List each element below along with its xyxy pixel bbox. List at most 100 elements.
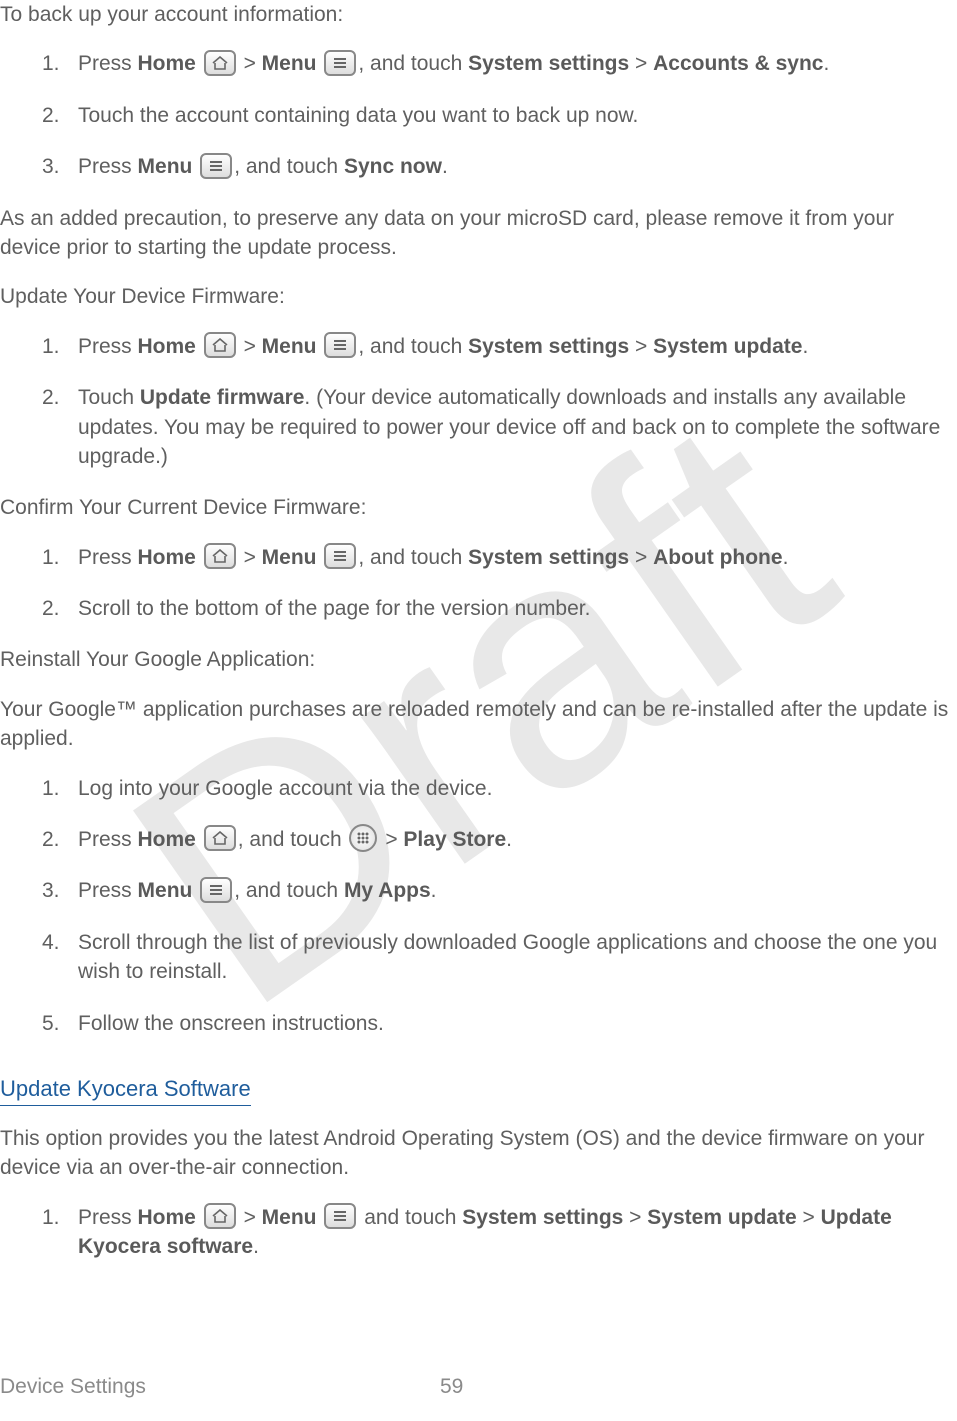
- menu-label: Menu: [262, 52, 317, 75]
- home-label: Home: [138, 546, 196, 569]
- text: >: [629, 52, 653, 75]
- menu-label: Menu: [138, 155, 193, 178]
- text: >: [244, 335, 262, 358]
- text: >: [797, 1206, 821, 1229]
- reinstall-steps-list: 1. Log into your Google account via the …: [0, 774, 957, 1038]
- menu-label: Menu: [138, 879, 193, 902]
- menu-icon: [200, 877, 232, 903]
- list-item: 2. Press Home , and touch > Play Store.: [0, 825, 957, 854]
- syssettings-label: System settings: [468, 52, 629, 75]
- backup-intro: To back up your account information:: [0, 0, 957, 29]
- menu-label: Menu: [262, 335, 317, 358]
- text: >: [244, 546, 262, 569]
- home-label: Home: [138, 828, 196, 851]
- text: , and touch: [358, 52, 468, 75]
- menu-icon: [324, 1203, 356, 1229]
- kyocera-steps-list: 1. Press Home > Menu and touch System se…: [0, 1203, 957, 1262]
- step-body: Press Menu , and touch Sync now.: [74, 152, 957, 181]
- page-footer: Device Settings 59: [0, 1372, 957, 1401]
- list-item: 1. Press Home > Menu and touch System se…: [0, 1203, 957, 1262]
- precaution-para: As an added precaution, to preserve any …: [0, 204, 957, 263]
- footer-section: Device Settings: [0, 1372, 440, 1401]
- sysupdate-label: System update: [647, 1206, 796, 1229]
- step-body: Press Home > Menu , and touch System set…: [74, 49, 957, 78]
- list-item: 4. Scroll through the list of previously…: [0, 928, 957, 987]
- text: >: [244, 1206, 262, 1229]
- myapps-label: My Apps: [344, 879, 431, 902]
- list-item: 3. Press Menu , and touch Sync now.: [0, 152, 957, 181]
- text: Press: [78, 335, 138, 358]
- syncnow-label: Sync now: [344, 155, 442, 178]
- kyocera-heading-link[interactable]: Update Kyocera Software: [0, 1074, 251, 1106]
- step-number: 3.: [42, 876, 74, 905]
- step-number: 3.: [42, 152, 74, 181]
- text: , and touch: [234, 155, 344, 178]
- home-label: Home: [138, 1206, 196, 1229]
- step-body: Press Home > Menu , and touch System set…: [74, 543, 957, 572]
- list-item: 1. Press Home > Menu , and touch System …: [0, 332, 957, 361]
- step-body: Press Home , and touch > Play Store.: [74, 825, 957, 854]
- step-number: 5.: [42, 1009, 74, 1038]
- home-icon: [204, 543, 236, 569]
- text: >: [385, 828, 403, 851]
- step-body: Log into your Google account via the dev…: [74, 774, 957, 803]
- text: .: [431, 879, 437, 902]
- text: .: [253, 1235, 259, 1258]
- list-item: 1. Log into your Google account via the …: [0, 774, 957, 803]
- syssettings-label: System settings: [468, 546, 629, 569]
- kyocera-intro: This option provides you the latest Andr…: [0, 1124, 957, 1183]
- footer-page-number: 59: [440, 1372, 463, 1401]
- syssettings-label: System settings: [468, 335, 629, 358]
- text: Press: [78, 879, 138, 902]
- reinstall-heading: Reinstall Your Google Application:: [0, 645, 957, 674]
- page-content: To back up your account information: 1. …: [0, 0, 957, 1261]
- confirm-heading: Confirm Your Current Device Firmware:: [0, 493, 957, 522]
- update-fw-heading: Update Your Device Firmware:: [0, 282, 957, 311]
- text: , and touch: [358, 546, 468, 569]
- step-number: 1.: [42, 774, 74, 803]
- step-body: Touch Update firmware. (Your device auto…: [74, 383, 957, 471]
- text: >: [623, 1206, 647, 1229]
- list-item: 2. Touch the account containing data you…: [0, 101, 957, 130]
- text: Press: [78, 52, 138, 75]
- step-number: 4.: [42, 928, 74, 957]
- updatefw-label: Update firmware: [140, 386, 305, 409]
- list-item: 2. Touch Update firmware. (Your device a…: [0, 383, 957, 471]
- apps-grid-icon: [349, 824, 377, 852]
- syssettings-label: System settings: [462, 1206, 623, 1229]
- text: >: [244, 52, 262, 75]
- text: Press: [78, 546, 138, 569]
- text: .: [823, 52, 829, 75]
- backup-steps-list: 1. Press Home > Menu , and touch System …: [0, 49, 957, 181]
- text: >: [629, 546, 653, 569]
- list-item: 2. Scroll to the bottom of the page for …: [0, 594, 957, 623]
- text: .: [442, 155, 448, 178]
- list-item: 5. Follow the onscreen instructions.: [0, 1009, 957, 1038]
- step-body: Press Home > Menu and touch System setti…: [74, 1203, 957, 1262]
- text: .: [506, 828, 512, 851]
- menu-icon: [324, 543, 356, 569]
- step-number: 1.: [42, 1203, 74, 1232]
- text: , and touch: [358, 335, 468, 358]
- text: and touch: [364, 1206, 462, 1229]
- sysupdate-label: System update: [653, 335, 802, 358]
- step-body: Scroll to the bottom of the page for the…: [74, 594, 957, 623]
- home-label: Home: [138, 52, 196, 75]
- step-body: Follow the onscreen instructions.: [74, 1009, 957, 1038]
- step-number: 1.: [42, 543, 74, 572]
- step-number: 2.: [42, 594, 74, 623]
- step-number: 1.: [42, 49, 74, 78]
- step-body: Press Home > Menu , and touch System set…: [74, 332, 957, 361]
- about-label: About phone: [653, 546, 782, 569]
- home-icon: [204, 50, 236, 76]
- fw-steps-list: 1. Press Home > Menu , and touch System …: [0, 332, 957, 472]
- menu-icon: [324, 50, 356, 76]
- list-item: 1. Press Home > Menu , and touch System …: [0, 49, 957, 78]
- text: Touch: [78, 386, 140, 409]
- text: .: [783, 546, 789, 569]
- text: , and touch: [238, 828, 348, 851]
- step-number: 2.: [42, 101, 74, 130]
- menu-label: Menu: [262, 546, 317, 569]
- text: Press: [78, 828, 138, 851]
- text: , and touch: [234, 879, 344, 902]
